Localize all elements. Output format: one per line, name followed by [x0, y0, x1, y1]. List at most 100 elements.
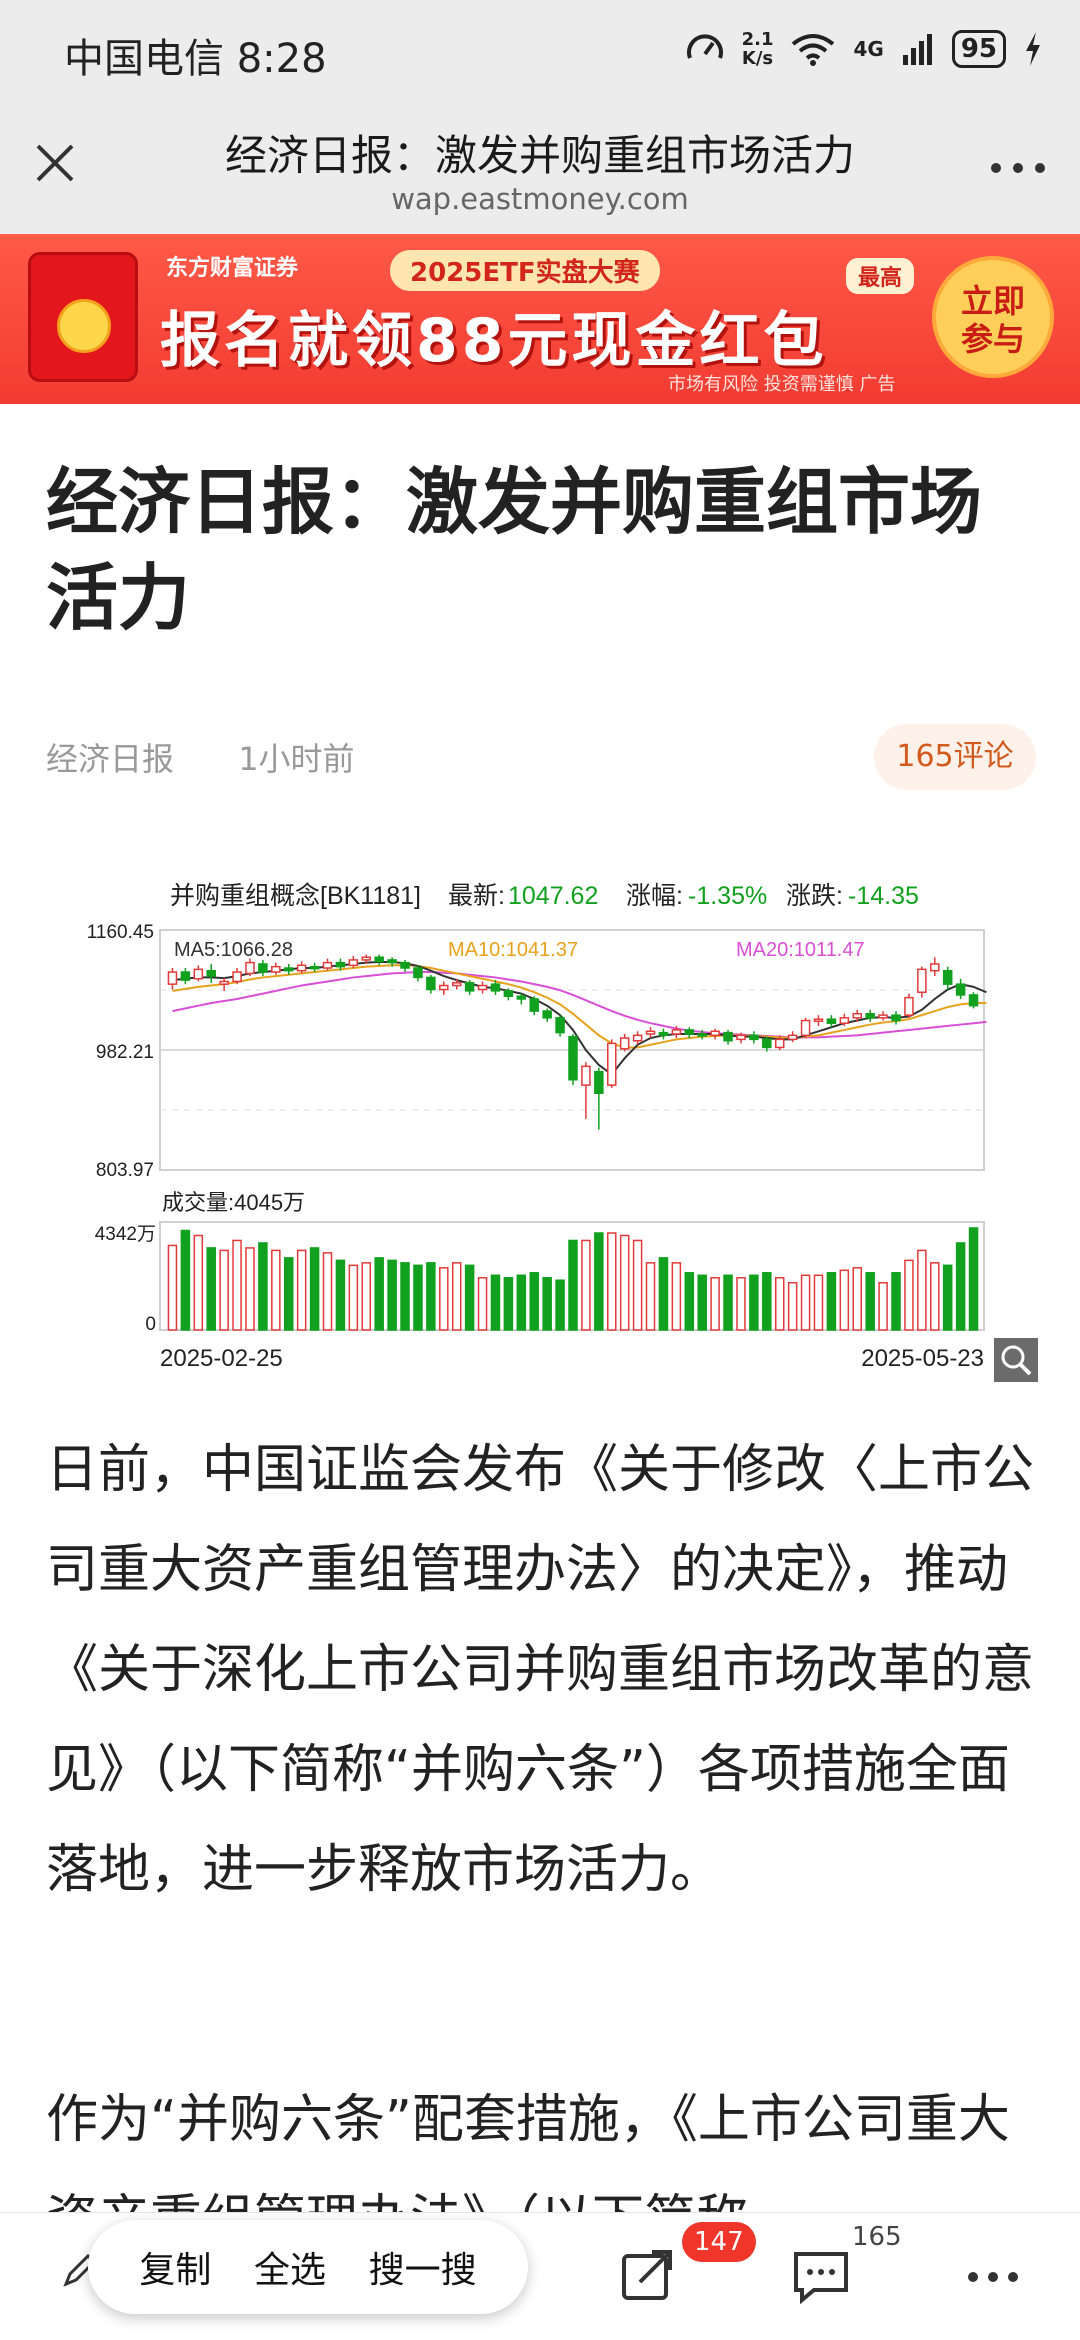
volume-bar: [607, 1232, 617, 1331]
comment-count-button[interactable]: 165评论: [874, 724, 1036, 790]
candle-body: [219, 980, 229, 985]
candle-body: [361, 956, 372, 961]
ma20-line: [172, 971, 987, 1039]
volume-bar: [206, 1247, 216, 1331]
page-title: 经济日报：激发并购重组市场活力: [224, 131, 855, 180]
volume-bar: [271, 1249, 281, 1331]
candle-body: [671, 1029, 682, 1035]
candle-body: [632, 1034, 643, 1042]
ma10-legend: MA10:1041.37: [448, 939, 578, 961]
candle-body: [503, 990, 514, 998]
volume-bar: [762, 1272, 772, 1331]
volume-bar: [309, 1247, 320, 1331]
text-selection-menu: 复制 全选 搜一搜: [88, 2220, 528, 2314]
carrier-time: 中国电信 8:28: [64, 36, 327, 82]
volume-bar: [942, 1264, 953, 1331]
candle-body: [813, 1018, 824, 1022]
ad-subtitle: 2025ETF实盘大赛: [390, 250, 660, 291]
candle-body: [296, 964, 307, 972]
share-icon[interactable]: [620, 2246, 676, 2302]
candle-body: [723, 1031, 733, 1042]
y-tick-label: 1160.45: [87, 922, 154, 943]
chart-title: 并购重组概念[BK1181]: [170, 882, 421, 910]
volume-bar: [891, 1272, 901, 1331]
candle-body: [865, 1013, 875, 1019]
ad-join-button[interactable]: 立即参与: [932, 256, 1054, 378]
volume-bar: [219, 1249, 229, 1331]
select-all-button[interactable]: 全选: [254, 2241, 326, 2293]
volume-bar: [464, 1264, 475, 1331]
page-url: wap.eastmoney.com: [391, 182, 689, 216]
volume-bar: [348, 1264, 359, 1331]
volume-bar: [955, 1242, 966, 1331]
more-icon[interactable]: [988, 158, 1048, 178]
comment-icon[interactable]: [792, 2250, 850, 2304]
candle-body: [774, 1038, 785, 1049]
volume-tick-label: 0: [145, 1314, 156, 1335]
more-options-icon[interactable]: [966, 2270, 1020, 2284]
volume-bar: [697, 1274, 707, 1331]
volume-bar: [503, 1277, 514, 1331]
candle-body: [852, 1013, 863, 1019]
volume-bar: [710, 1277, 720, 1331]
candle-body: [736, 1034, 746, 1041]
candle-body: [451, 982, 462, 987]
chart-change-label: 涨跌:: [786, 882, 843, 910]
candle-body: [697, 1033, 707, 1037]
volume-bar: [555, 1279, 565, 1331]
candle-body: [167, 971, 178, 985]
article-source: 经济日报: [46, 740, 175, 778]
candle-body: [426, 976, 436, 991]
close-icon[interactable]: [30, 138, 80, 188]
ad-banner[interactable]: 东方财富证券 2025ETF实盘大赛 报名就领88元现金红包 最高 立即参与 市…: [0, 234, 1080, 404]
volume-bar: [296, 1249, 307, 1331]
candle-body: [400, 961, 410, 969]
volume-bar: [387, 1259, 397, 1331]
candle-body: [309, 965, 320, 970]
candle-body: [555, 1017, 565, 1034]
candle-body: [658, 1031, 669, 1037]
article-time: 1小时前: [238, 740, 355, 778]
article-meta: 经济日报 1小时前: [46, 734, 409, 780]
red-envelope-icon: [28, 252, 138, 382]
battery-level: 95: [951, 30, 1006, 68]
kline-chart[interactable]: 并购重组概念[BK1181] 最新: 1047.62 涨幅: -1.35% 涨跌…: [0, 860, 1080, 1380]
volume-bar: [245, 1247, 255, 1331]
article-headline: 经济日报：激发并购重组市场活力: [46, 460, 983, 640]
candle-body: [206, 969, 216, 977]
y-tick-label: 982.21: [96, 1042, 154, 1063]
candle-body: [490, 983, 501, 992]
status-icons: 2.1 K/s 4G 95: [686, 30, 1042, 68]
volume-bar: [400, 1262, 410, 1331]
zoom-icon[interactable]: [994, 1338, 1038, 1382]
volume-bar: [632, 1239, 643, 1331]
volume-bar: [451, 1262, 462, 1331]
candle-body: [968, 994, 979, 1007]
candle-body: [413, 967, 423, 979]
candle-body: [607, 1042, 617, 1086]
volume-bar: [568, 1239, 578, 1331]
candle-body: [749, 1034, 759, 1041]
candle-body: [258, 963, 268, 973]
volume-bar: [826, 1272, 837, 1331]
volume-bar: [645, 1262, 656, 1331]
copy-button[interactable]: 复制: [139, 2241, 211, 2293]
volume-bar: [736, 1277, 746, 1331]
volume-bar: [529, 1272, 539, 1331]
volume-bar: [167, 1244, 178, 1331]
volume-bar: [774, 1277, 785, 1331]
volume-bar: [581, 1239, 591, 1331]
candle-body: [684, 1029, 695, 1035]
candle-body: [800, 1019, 811, 1037]
volume-bar: [426, 1262, 436, 1331]
candle-body: [942, 969, 953, 985]
speedometer-icon: [686, 34, 723, 59]
volume-bar: [335, 1259, 346, 1331]
search-button[interactable]: 搜一搜: [369, 2241, 477, 2293]
candle-body: [516, 995, 527, 1000]
volume-bar: [413, 1264, 423, 1331]
candle-body: [464, 982, 475, 992]
volume-bar: [439, 1267, 449, 1331]
volume-bar: [374, 1257, 384, 1331]
volume-bar: [180, 1229, 191, 1331]
